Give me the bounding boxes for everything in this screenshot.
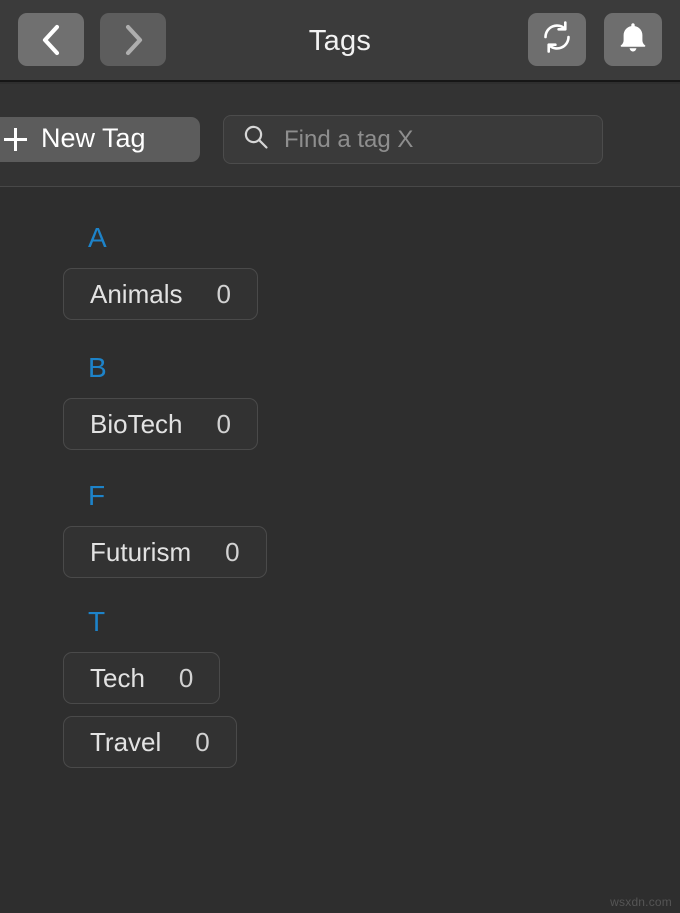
tag-group-t: T Tech 0 Travel 0 — [0, 606, 680, 768]
refresh-button[interactable] — [528, 13, 586, 66]
chip-row: Futurism 0 — [0, 526, 680, 578]
group-letter: F — [88, 480, 106, 511]
tag-count: 0 — [216, 408, 231, 439]
tag-chip[interactable]: Tech 0 — [63, 652, 221, 704]
tag-name: Travel — [90, 726, 162, 757]
tag-count: 0 — [216, 278, 231, 309]
new-tag-button[interactable]: New Tag — [0, 117, 200, 162]
plus-icon — [4, 128, 27, 151]
chip-row: BioTech 0 — [0, 398, 680, 450]
tag-list: A Animals 0 B BioTech 0 F Futurism 0 T T… — [0, 188, 680, 913]
notifications-button[interactable] — [604, 13, 662, 66]
chip-row: Animals 0 — [0, 268, 680, 320]
bell-icon — [617, 20, 649, 59]
tag-chip[interactable]: Animals 0 — [63, 268, 258, 320]
tag-group-f: F Futurism 0 — [0, 480, 680, 578]
refresh-icon — [540, 20, 574, 59]
chip-row: Travel 0 — [0, 716, 680, 768]
tag-count: 0 — [225, 536, 240, 567]
tag-chip[interactable]: Travel 0 — [63, 716, 237, 768]
new-tag-label: New Tag — [41, 122, 146, 153]
search-input[interactable]: Find a tag X — [223, 115, 603, 164]
tag-chip[interactable]: BioTech 0 — [63, 398, 258, 450]
tag-count: 0 — [195, 726, 210, 757]
chip-row: Tech 0 — [0, 652, 680, 704]
tag-name: Tech — [90, 662, 145, 693]
tag-chip[interactable]: Futurism 0 — [63, 526, 267, 578]
search-icon — [242, 123, 270, 156]
top-toolbar: Tags — [0, 0, 680, 82]
toolbar-actions — [528, 13, 662, 66]
tag-name: BioTech — [90, 408, 183, 439]
tag-name: Futurism — [90, 536, 192, 567]
search-placeholder: Find a tag X — [284, 125, 414, 153]
tag-name: Animals — [90, 278, 183, 309]
group-letter: B — [88, 352, 107, 383]
group-letter: A — [88, 222, 107, 253]
tag-group-a: A Animals 0 — [0, 222, 680, 320]
tag-group-b: B BioTech 0 — [0, 352, 680, 450]
tag-count: 0 — [178, 662, 194, 693]
group-letter: T — [88, 606, 106, 637]
watermark: wsxdn.com — [610, 895, 672, 909]
